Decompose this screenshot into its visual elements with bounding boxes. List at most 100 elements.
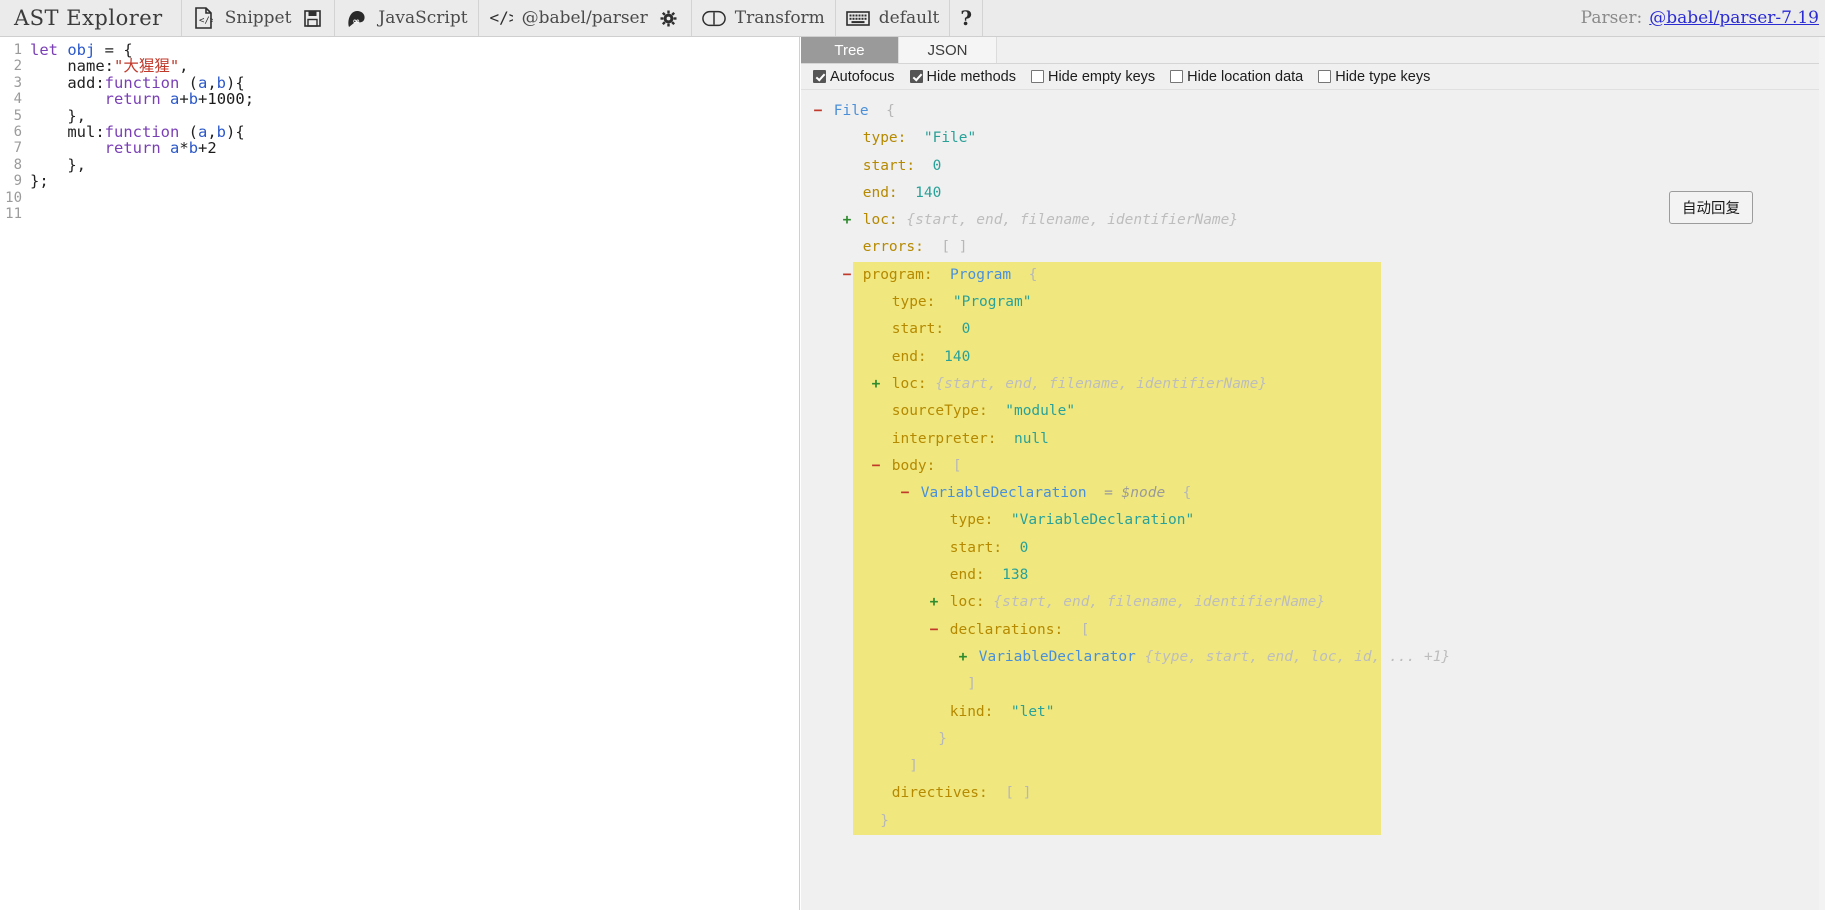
ast-key: end: <box>891 348 927 365</box>
ast-tree-row[interactable]: · end: 140 <box>801 344 1825 371</box>
ast-tree-row[interactable]: · } <box>801 726 1825 753</box>
option-hide-location-data[interactable]: Hide location data <box>1170 69 1303 85</box>
gear-icon[interactable] <box>657 6 681 30</box>
ast-key: loc: <box>862 212 898 229</box>
code-editor-pane[interactable]: 1 let obj = {2 name:"大猩猩", 3 add:function … <box>0 37 800 910</box>
code-editor[interactable]: 1 let obj = {2 name:"大猩猩", 3 add:function … <box>0 37 799 222</box>
ast-tree-row[interactable]: · kind: "let" <box>801 699 1825 726</box>
line-number: 11 <box>5 205 22 222</box>
option-hide-type-keys[interactable]: Hide type keys <box>1318 69 1430 85</box>
ast-punctuation: { <box>886 103 895 119</box>
ast-node-name[interactable]: VariableDeclarator <box>979 649 1136 665</box>
ast-tree-row[interactable]: + VariableDeclarator {type, start, end, … <box>801 644 1825 671</box>
floppy-save-icon[interactable] <box>300 6 324 30</box>
ast-tree-scroll[interactable]: − File {· type: "File"· start: 0· end: 1… <box>801 90 1825 908</box>
code-line-text[interactable]: mul:function (a,b){ <box>30 124 244 141</box>
ast-node-name[interactable]: File <box>834 103 869 119</box>
expand-toggle-icon[interactable]: + <box>869 371 883 398</box>
ast-tree-row[interactable]: · } <box>801 808 1825 835</box>
collapse-toggle-icon[interactable]: − <box>840 262 854 289</box>
expand-toggle-icon[interactable]: + <box>927 589 941 616</box>
ast-tree-row[interactable]: · interpreter: null <box>801 426 1825 453</box>
checkbox-icon[interactable] <box>909 70 923 83</box>
code-line-text[interactable]: }, <box>30 156 86 173</box>
checkbox-icon[interactable] <box>813 70 826 83</box>
snippet-group[interactable]: </> Snippet <box>182 0 336 36</box>
ast-tree-row[interactable]: − File { <box>801 98 1825 125</box>
ast-tree-row[interactable]: − declarations: [ <box>801 617 1825 644</box>
snippet-label: Snippet <box>224 8 292 28</box>
code-line[interactable]: 2 name:"大猩猩", <box>0 58 799 75</box>
ast-tree-row[interactable]: · type: "VariableDeclaration" <box>801 507 1825 534</box>
code-line[interactable]: 6 mul:function (a,b){ <box>0 124 799 141</box>
question-mark-icon[interactable]: ? <box>960 6 972 30</box>
option-autofocus[interactable]: Autofocus <box>813 69 895 85</box>
ast-tree-row[interactable]: · start: 0 <box>801 153 1825 180</box>
ast-key: loc: <box>949 594 985 611</box>
collapse-toggle-icon[interactable]: − <box>811 98 825 125</box>
code-line-text[interactable]: add:function (a,b){ <box>30 74 244 91</box>
code-line-text[interactable]: return a+b+1000; <box>30 91 254 108</box>
code-line-text[interactable]: let obj = { <box>30 42 133 59</box>
code-line-text[interactable]: name:"大猩猩", <box>30 58 188 75</box>
ast-tree-row[interactable]: · end: 138 <box>801 562 1825 589</box>
ast-punctuation: } <box>938 730 947 747</box>
ast-tab-bar: Tree JSON <box>801 37 1825 64</box>
code-line[interactable]: 7 return a*b+2 <box>0 140 799 157</box>
ast-tree-row[interactable]: · start: 0 <box>801 535 1825 562</box>
ast-tree-row[interactable]: · directives: [ ] <box>801 780 1825 807</box>
ast-tree-row[interactable]: − VariableDeclaration = $node { <box>801 480 1825 507</box>
ast-node-name[interactable]: Program <box>950 267 1011 283</box>
code-line[interactable]: 11 <box>0 206 799 222</box>
collapse-toggle-icon[interactable]: − <box>869 453 883 480</box>
ast-tree-row[interactable]: − body: [ <box>801 453 1825 480</box>
ast-tree-row[interactable]: · type: "File" <box>801 125 1825 152</box>
tab-json[interactable]: JSON <box>899 37 997 63</box>
collapse-toggle-icon[interactable]: − <box>898 480 912 507</box>
parser-group[interactable]: </> @babel/parser <box>479 0 692 36</box>
ast-collapsed-preview: {start, end, filename, identifierName} <box>906 212 1239 229</box>
keymap-group[interactable]: default <box>836 0 951 36</box>
option-hide-empty-keys[interactable]: Hide empty keys <box>1030 69 1155 85</box>
keymap-label: default <box>878 8 940 28</box>
svg-text:</>: </> <box>199 16 213 26</box>
ast-tree-row[interactable]: · ] <box>801 753 1825 780</box>
code-line[interactable]: 5 }, <box>0 107 799 124</box>
code-line-text[interactable]: }, <box>30 107 86 124</box>
ast-tree-row[interactable]: · type: "Program" <box>801 289 1825 316</box>
ast-punctuation: [ <box>1080 621 1090 638</box>
expand-toggle-icon[interactable]: + <box>956 644 970 671</box>
option-hide-methods[interactable]: Hide methods <box>909 69 1016 85</box>
tab-tree[interactable]: Tree <box>801 37 899 63</box>
ast-node-name[interactable]: VariableDeclaration <box>921 485 1087 501</box>
expand-toggle-icon[interactable]: + <box>840 207 854 234</box>
ast-tree-row[interactable]: + loc: {start, end, filename, identifier… <box>801 589 1825 616</box>
parser-version-link[interactable]: @babel/parser-7.19 <box>1649 8 1819 28</box>
code-line[interactable]: 4 return a+b+1000; <box>0 91 799 108</box>
code-line[interactable]: 3 add:function (a,b){ <box>0 74 799 91</box>
language-group[interactable]: ∞ JavaScript <box>335 0 479 36</box>
ast-tree-row[interactable]: · ] <box>801 671 1825 698</box>
ast-tree-row[interactable]: · errors: [ ] <box>801 234 1825 261</box>
line-number: 10 <box>5 189 22 206</box>
ast-tree-row[interactable]: − program: Program { <box>801 262 1825 289</box>
ast-tree-row[interactable]: · sourceType: "module" <box>801 398 1825 425</box>
ast-punctuation: } <box>880 812 889 829</box>
checkbox-icon[interactable] <box>1318 70 1332 83</box>
code-line[interactable]: 1 let obj = { <box>0 42 799 59</box>
collapse-toggle-icon[interactable]: − <box>927 617 941 644</box>
transform-group[interactable]: Transform <box>692 0 836 36</box>
code-line[interactable]: 9}; <box>0 173 799 190</box>
code-line[interactable]: 10 <box>0 190 799 206</box>
code-line-text[interactable]: }; <box>30 173 49 190</box>
checkbox-icon[interactable] <box>1030 70 1044 83</box>
ast-collapsed-preview: {start, end, filename, identifierName} <box>993 594 1326 611</box>
help-group[interactable]: ? <box>950 0 984 36</box>
auto-reply-button[interactable]: 自动回复 <box>1669 191 1753 224</box>
checkbox-icon[interactable] <box>1170 70 1184 83</box>
ast-tree-row[interactable]: · start: 0 <box>801 316 1825 343</box>
code-line[interactable]: 8 }, <box>0 156 799 173</box>
code-line-text[interactable]: return a*b+2 <box>30 140 217 157</box>
ast-tree-row[interactable]: + loc: {start, end, filename, identifier… <box>801 371 1825 398</box>
ast-key: end: <box>862 184 898 201</box>
